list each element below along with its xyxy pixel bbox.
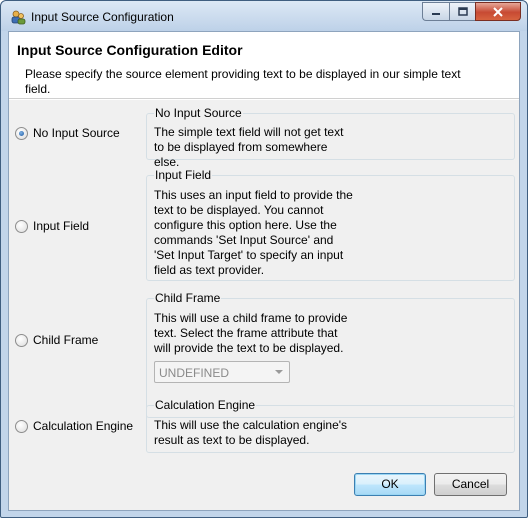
radio-no-input-source[interactable]: No Input Source (15, 126, 120, 140)
dialog-content: Input Source Configuration Editor Please… (8, 31, 520, 511)
minimize-icon (432, 12, 440, 15)
group-calculation-engine: Calculation Engine This will use the cal… (146, 398, 515, 453)
editor-title: Input Source Configuration Editor (17, 42, 243, 58)
radio-button[interactable] (15, 419, 28, 433)
group-description: The simple text field will not get text … (154, 125, 344, 169)
group-title: No Input Source (154, 106, 243, 120)
minimize-button[interactable] (422, 2, 449, 21)
radio-child-frame[interactable]: Child Frame (15, 333, 98, 347)
maximize-icon (457, 7, 468, 16)
group-input-field: Input Field This uses an input field to … (146, 168, 515, 281)
header-description: Please specify the source element provid… (25, 67, 461, 96)
frame-attribute-select[interactable]: UNDEFINED (154, 361, 290, 383)
app-icon (11, 10, 26, 25)
radio-label: Calculation Engine (33, 419, 134, 433)
radio-label: No Input Source (33, 126, 120, 140)
chevron-down-icon (275, 370, 283, 374)
radio-button-checked[interactable] (15, 126, 28, 140)
title-bar[interactable]: Input Source Configuration (1, 1, 527, 31)
group-title: Input Field (154, 168, 213, 182)
cancel-button[interactable]: Cancel (434, 473, 507, 496)
header-divider (9, 99, 519, 100)
ok-button[interactable]: OK (354, 473, 426, 496)
radio-label: Input Field (33, 219, 90, 233)
radio-button[interactable] (15, 219, 28, 233)
radio-calculation-engine[interactable]: Calculation Engine (15, 419, 133, 433)
radio-input-field[interactable]: Input Field (15, 219, 89, 233)
combo-value: UNDEFINED (159, 366, 230, 380)
maximize-button[interactable] (449, 2, 475, 21)
group-title: Calculation Engine (154, 398, 257, 412)
radio-label: Child Frame (33, 333, 99, 347)
header-area: Input Source Configuration Editor Please… (9, 32, 519, 99)
close-icon (493, 6, 503, 17)
group-description: This will use a child frame to provide t… (154, 311, 348, 355)
group-description: This will use the calculation engine's r… (154, 418, 348, 447)
radio-button[interactable] (15, 333, 28, 347)
window-title: Input Source Configuration (31, 10, 174, 24)
group-no-input-source: No Input Source The simple text field wi… (146, 106, 515, 169)
group-title: Child Frame (154, 291, 222, 305)
group-description: This uses an input field to provide the … (154, 188, 353, 277)
dialog-window: Input Source Configuration Input Source … (0, 0, 528, 518)
close-button[interactable] (475, 2, 521, 21)
